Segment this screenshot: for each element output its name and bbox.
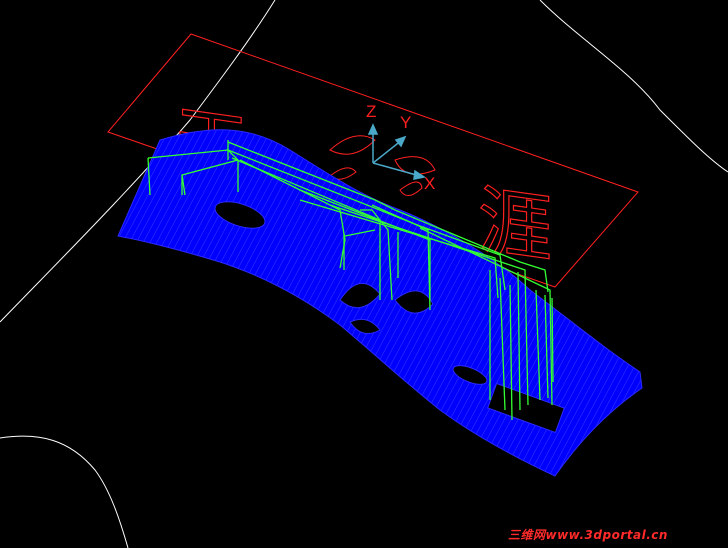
axis-x-line xyxy=(372,162,421,177)
stock-edge-curve-bottom xyxy=(0,435,129,548)
machined-surface[interactable] xyxy=(117,129,643,477)
axis-y-arrow-icon xyxy=(394,135,407,148)
axis-x-label: X xyxy=(424,174,436,193)
stock-edge-curve-top-right xyxy=(539,0,728,173)
axis-z-label: Z xyxy=(366,102,377,121)
viewport-canvas[interactable]: 天 涯 xyxy=(0,0,728,548)
site-watermark: 三维网www.3dportal.cn xyxy=(508,528,668,542)
axis-y-label: Y xyxy=(400,113,412,132)
axis-x-arrow-icon xyxy=(413,169,426,180)
axis-z-arrow-icon xyxy=(367,123,379,135)
axis-triad[interactable] xyxy=(367,123,426,180)
cam-3d-viewport[interactable]: 天 涯 xyxy=(0,0,728,548)
